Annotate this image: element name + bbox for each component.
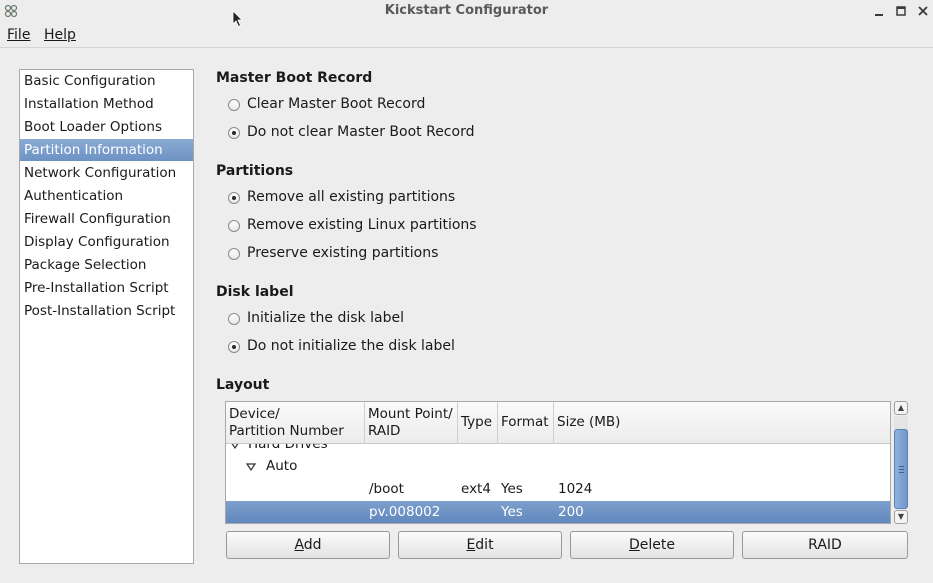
layout-section-title: Layout (216, 377, 270, 393)
minimize-icon[interactable] (872, 4, 886, 18)
sidebar: Basic Configuration Installation Method … (19, 69, 194, 564)
partition-tree-table[interactable]: Device/ Partition Number Mount Point/ RA… (225, 401, 891, 524)
edit-button[interactable]: Edit (398, 531, 562, 559)
sidebar-item-network-configuration[interactable]: Network Configuration (20, 162, 193, 184)
sidebar-item-display-configuration[interactable]: Display Configuration (20, 231, 193, 253)
menu-file[interactable]: File (7, 27, 30, 43)
radio-label: Initialize the disk label (247, 310, 404, 326)
radio-button-checked[interactable] (228, 341, 240, 353)
sidebar-item-pre-installation-script[interactable]: Pre-Installation Script (20, 277, 193, 299)
mbr-section-title: Master Boot Record (216, 70, 373, 86)
disk-label-section-title: Disk label (216, 284, 294, 300)
delete-button[interactable]: Delete (570, 531, 734, 559)
add-button[interactable]: Add (226, 531, 390, 559)
expanded-triangle-icon[interactable] (246, 463, 256, 471)
tree-row-hard-drives[interactable]: Hard Drives (226, 433, 890, 456)
radio-label: Remove all existing partitions (247, 189, 456, 205)
expanded-triangle-icon[interactable] (230, 441, 240, 449)
close-icon[interactable] (916, 4, 930, 18)
maximize-icon[interactable] (894, 4, 908, 18)
radio-label: Clear Master Boot Record (247, 96, 426, 112)
table-scrollbar[interactable]: ▲ ▼ (893, 401, 909, 524)
raid-button[interactable]: RAID (742, 531, 908, 559)
radio-button-checked[interactable] (228, 127, 240, 139)
radio-label: Do not initialize the disk label (247, 338, 455, 354)
tree-row-auto[interactable]: Auto (226, 455, 890, 478)
sidebar-item-partition-information[interactable]: Partition Information (20, 139, 193, 161)
radio-button[interactable] (228, 220, 240, 232)
scroll-down-icon[interactable]: ▼ (894, 510, 908, 524)
radio-label: Remove existing Linux partitions (247, 217, 477, 233)
sidebar-item-package-selection[interactable]: Package Selection (20, 254, 193, 276)
radio-button[interactable] (228, 99, 240, 111)
menu-help[interactable]: Help (44, 27, 76, 43)
sidebar-item-boot-loader-options[interactable]: Boot Loader Options (20, 116, 193, 138)
table-row[interactable]: /boot ext4 Yes 1024 (226, 478, 890, 501)
radio-label: Preserve existing partitions (247, 245, 439, 261)
radio-button[interactable] (228, 248, 240, 260)
menu-bar: File Help (0, 24, 933, 48)
radio-label: Do not clear Master Boot Record (247, 124, 475, 140)
partitions-section-title: Partitions (216, 163, 294, 179)
scroll-up-icon[interactable]: ▲ (894, 401, 908, 415)
scroll-thumb[interactable] (894, 429, 908, 509)
radio-button-checked[interactable] (228, 192, 240, 204)
window-title: Kickstart Configurator (384, 3, 549, 18)
radio-button[interactable] (228, 313, 240, 325)
table-row-selected[interactable]: pv.008002 Yes 200 (226, 501, 890, 523)
sidebar-item-authentication[interactable]: Authentication (20, 185, 193, 207)
title-bar: Kickstart Configurator (0, 0, 933, 24)
sidebar-item-firewall-configuration[interactable]: Firewall Configuration (20, 208, 193, 230)
sidebar-item-post-installation-script[interactable]: Post-Installation Script (20, 300, 193, 322)
sidebar-item-installation-method[interactable]: Installation Method (20, 93, 193, 115)
sidebar-item-basic-configuration[interactable]: Basic Configuration (20, 70, 193, 92)
